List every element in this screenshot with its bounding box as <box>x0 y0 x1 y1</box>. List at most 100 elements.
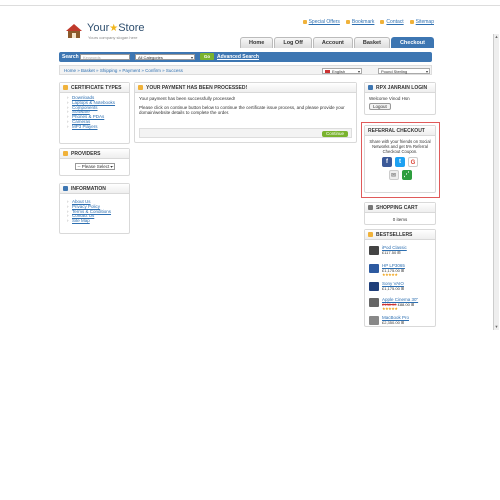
janrain-login-box: RPX JANRAIN LOGIN Welcome Vinod Hsn Logo… <box>364 82 436 115</box>
tab-basket[interactable]: Basket <box>353 37 390 48</box>
breadcrumb-shipping[interactable]: Shipping <box>100 68 118 73</box>
providers-title: PROVIDERS <box>60 149 129 159</box>
social-share-row-2: ✉ ⋰ <box>365 170 435 180</box>
bestsellers-box: BESTSELLERS iPod Classic £117.50 ⊞ HP LP… <box>364 229 436 327</box>
product-price: £2,350.00 ⊞ <box>382 320 405 325</box>
information-title: INFORMATION <box>60 184 129 194</box>
search-go-button[interactable]: Go <box>200 53 214 60</box>
star-icon <box>63 151 68 156</box>
product-thumbnail <box>369 298 379 307</box>
certificate-types-title: CERTIFICATE TYPES <box>60 83 129 93</box>
product-price: £117.50 ⊞ <box>382 250 401 255</box>
bestseller-item[interactable]: iPod Classic £117.50 ⊞ <box>369 245 433 259</box>
email-icon[interactable]: ✉ <box>388 170 399 180</box>
language-select[interactable]: English ▾ <box>322 67 362 74</box>
facebook-icon[interactable]: f <box>382 157 392 167</box>
bestseller-item[interactable]: HP LP3065 £1,175.00 ⊞ ★★★★★ <box>369 263 433 277</box>
star-icon <box>368 232 373 237</box>
information-list: About Us Privacy Policy Terms & Conditio… <box>60 199 129 224</box>
referral-checkout-box: REFERRAL CHECKOUT Share with your friend… <box>364 125 436 193</box>
tab-home[interactable]: Home <box>240 37 274 48</box>
bestseller-item[interactable]: Sony VAIO £1,175.00 ⊞ <box>369 281 433 295</box>
tab-log-off[interactable]: Log Off <box>274 37 312 48</box>
tab-checkout[interactable]: Checkout <box>390 37 434 48</box>
search-label: Search <box>62 54 79 60</box>
special-offers-link[interactable]: Special Offers <box>302 19 340 25</box>
breadcrumb-bar: Home » Basket » Shipping » Payment » Con… <box>59 65 432 75</box>
breadcrumb-confirm[interactable]: Confirm <box>145 68 161 73</box>
tab-account[interactable]: Account <box>312 37 353 48</box>
providers-select[interactable]: -- Please Select -- ▾ <box>74 163 115 170</box>
referral-title: REFERRAL CHECKOUT <box>365 126 435 136</box>
list-item[interactable]: Site Map <box>67 218 129 224</box>
payment-instructions-text: Please click on continue button below to… <box>139 105 345 116</box>
check-icon <box>138 85 143 90</box>
sitemap-link[interactable]: Sitemap <box>409 19 434 25</box>
google-icon[interactable]: G <box>408 157 418 167</box>
contact-link[interactable]: Contact <box>380 19 404 25</box>
logo-tagline: Yours company slogan here <box>88 35 138 40</box>
share-icon[interactable]: ⋰ <box>401 170 412 180</box>
flag-icon <box>325 69 330 73</box>
product-thumbnail <box>369 264 379 273</box>
main-tabs: Home Log Off Account Basket Checkout <box>240 37 434 48</box>
star-icon <box>302 19 307 24</box>
payment-processed-box: YOUR PAYMENT HAS BEEN PROCESSED! Your pa… <box>134 82 357 143</box>
shopping-cart-title: SHOPPING CART <box>365 203 435 213</box>
product-thumbnail <box>369 282 379 291</box>
info-icon <box>63 186 68 191</box>
information-box: INFORMATION About Us Privacy Policy Term… <box>59 183 130 234</box>
chevron-down-icon: ▾ <box>357 68 360 74</box>
bestsellers-title: BESTSELLERS <box>365 230 435 240</box>
bookmark-icon <box>345 19 350 24</box>
list-item[interactable]: MP3 Players <box>67 124 129 130</box>
welcome-text: Welcome Vinod Hsn <box>369 96 410 101</box>
providers-box: PROVIDERS -- Please Select -- ▾ <box>59 148 130 176</box>
payment-message: Your payment has been successfully proce… <box>135 93 356 119</box>
bestseller-item[interactable]: MacBook Pro £2,350.00 ⊞ <box>369 315 433 329</box>
rating-stars: ★★★★★ <box>382 272 398 277</box>
sitemap-icon <box>409 19 414 24</box>
page-scrollbar[interactable]: ▲ ▼ <box>493 34 499 330</box>
shopping-cart-box: SHOPPING CART 0 items <box>364 202 436 225</box>
contact-icon <box>380 19 385 24</box>
scroll-down-icon[interactable]: ▼ <box>494 324 499 330</box>
certificate-types-list: Downloads Laptops & Notebooks Components… <box>60 95 129 130</box>
logout-button[interactable]: Logout <box>369 103 391 110</box>
referral-text: Share with your friends on Social Networ… <box>369 139 431 154</box>
chevron-down-icon: ▾ <box>190 54 193 60</box>
product-price: £1,175.00 ⊞ <box>382 286 405 291</box>
product-thumbnail <box>369 316 379 325</box>
search-bar: Search Keywords All Categories ▾ Go Advan… <box>59 52 432 62</box>
category-icon <box>63 85 68 90</box>
login-icon <box>368 85 373 90</box>
page-title: YOUR PAYMENT HAS BEEN PROCESSED! <box>135 83 356 93</box>
payment-success-text: Your payment has been successfully proce… <box>139 96 236 101</box>
house-logo-icon <box>66 24 82 38</box>
breadcrumb-basket[interactable]: Basket <box>81 68 95 73</box>
rating-stars: ★★★★★ <box>382 306 398 311</box>
continue-button[interactable]: Continue <box>321 130 348 137</box>
chevron-down-icon: ▾ <box>425 68 428 74</box>
breadcrumb-home[interactable]: Home <box>64 68 76 73</box>
certificate-types-box: CERTIFICATE TYPES Downloads Laptops & No… <box>59 82 130 144</box>
category-select[interactable]: All Categories ▾ <box>135 53 195 60</box>
twitter-icon[interactable]: t <box>395 157 405 167</box>
social-share-row: f t G <box>365 157 435 167</box>
product-thumbnail <box>369 246 379 255</box>
breadcrumb-success[interactable]: Success <box>166 68 183 73</box>
bestseller-item[interactable]: Apple Cinema 30" £138.00 £88.00 ⊞ ★★★★★ <box>369 297 433 311</box>
search-input[interactable]: Keywords <box>80 53 130 60</box>
cart-icon <box>368 205 373 210</box>
janrain-title: RPX JANRAIN LOGIN <box>365 83 435 93</box>
chevron-down-icon: ▾ <box>110 164 113 169</box>
advanced-search-link[interactable]: Advanced Search <box>217 54 259 60</box>
scroll-up-icon[interactable]: ▲ <box>494 34 499 40</box>
breadcrumb-payment[interactable]: Payment <box>122 68 140 73</box>
logo-name: Your★Store <box>87 22 145 34</box>
cart-status: 0 items <box>392 217 408 222</box>
top-links: Special Offers Bookmark Contact Sitemap <box>302 19 434 25</box>
top-divider <box>0 5 500 6</box>
currency-select[interactable]: Pound Sterling ▾ <box>378 67 430 74</box>
bookmark-link[interactable]: Bookmark <box>345 19 374 25</box>
